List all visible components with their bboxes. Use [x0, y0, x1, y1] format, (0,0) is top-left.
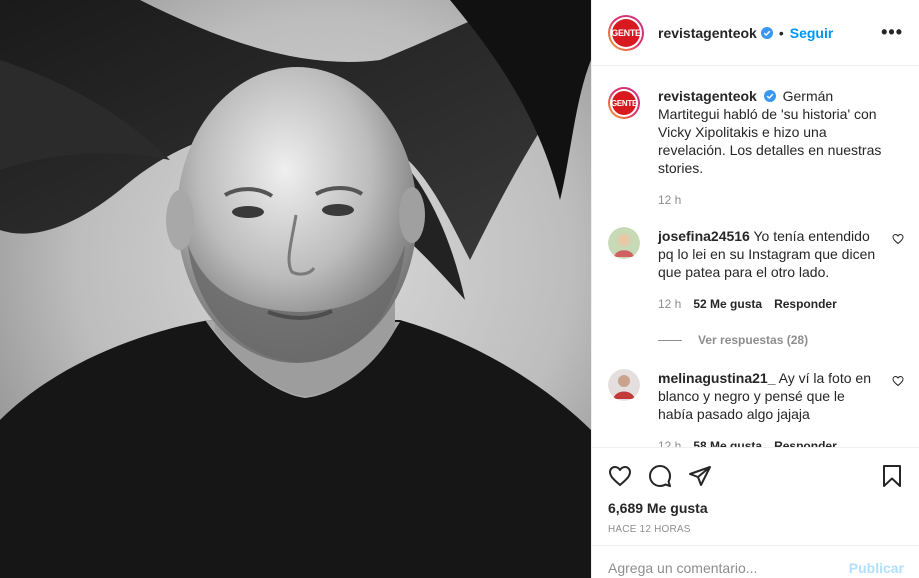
post-sidebar: GENTE revistagenteok • Seguir ••• GENTE: [591, 0, 919, 578]
reply-button[interactable]: Responder: [774, 295, 837, 313]
likes-count[interactable]: 6,689 Me gusta: [608, 500, 904, 516]
comment-username[interactable]: melinagustina21_: [658, 370, 776, 386]
comment-likes[interactable]: 52 Me gusta: [693, 295, 762, 313]
comments-section[interactable]: GENTE revistagenteok Germán Martitegui h…: [592, 67, 919, 447]
add-comment-bar: Publicar: [592, 545, 919, 578]
bookmark-icon[interactable]: [880, 464, 904, 488]
caption-verified-icon: [763, 90, 776, 102]
post-header: GENTE revistagenteok • Seguir •••: [592, 0, 919, 66]
portrait-image: [0, 0, 591, 578]
avatar-frame: GENTE: [610, 16, 642, 49]
separator-dot: •: [778, 24, 784, 41]
comment-username[interactable]: josefina24516: [658, 228, 750, 244]
avatar-logo: GENTE: [611, 18, 641, 47]
caption-username[interactable]: revistagenteok: [658, 88, 757, 104]
caption-meta: 12 h: [658, 191, 898, 209]
comment-meta: 12 h 58 Me gusta Responder: [658, 437, 880, 447]
commenter-avatar[interactable]: [608, 369, 640, 401]
instagram-post: GENTE revistagenteok • Seguir ••• GENTE: [0, 0, 919, 578]
comment-time[interactable]: 12 h: [658, 295, 681, 313]
action-bar: 6,689 Me gusta HACE 12 HORAS: [592, 447, 919, 535]
view-replies-label: Ver respuestas (28): [698, 333, 809, 347]
caption-body: revistagenteok Germán Martitegui habló d…: [658, 87, 898, 209]
caption-time[interactable]: 12 h: [658, 191, 681, 209]
comment-body: josefina24516 Yo tenía entendido pq lo l…: [658, 227, 880, 313]
comment-likes[interactable]: 58 Me gusta: [693, 437, 762, 447]
verified-badge-icon: [760, 26, 773, 39]
paper-plane-icon[interactable]: [688, 464, 712, 488]
publish-button[interactable]: Publicar: [849, 548, 904, 576]
comment-item: josefina24516 Yo tenía entendido pq lo l…: [608, 227, 904, 313]
caption: GENTE revistagenteok Germán Martitegui h…: [608, 87, 904, 209]
comment-body: melinagustina21_ Ay ví la foto en blanco…: [658, 369, 880, 447]
reply-button[interactable]: Responder: [774, 437, 837, 447]
comment-input[interactable]: [608, 548, 849, 576]
comment-like-icon[interactable]: [892, 233, 904, 245]
post-timestamp[interactable]: HACE 12 HORAS: [608, 524, 904, 535]
comment-like-icon[interactable]: [892, 375, 904, 387]
comment-icon[interactable]: [648, 464, 672, 488]
comment-item: melinagustina21_ Ay ví la foto en blanco…: [608, 369, 904, 447]
comment-meta: 12 h 52 Me gusta Responder: [658, 295, 880, 313]
more-options-button[interactable]: •••: [881, 22, 903, 43]
view-replies-button[interactable]: Ver respuestas (28): [658, 333, 904, 347]
follow-button[interactable]: Seguir: [790, 25, 834, 41]
commenter-avatar[interactable]: [608, 227, 640, 259]
action-icons: [608, 456, 904, 496]
caption-avatar[interactable]: GENTE: [608, 87, 640, 119]
account-avatar[interactable]: GENTE: [608, 14, 644, 51]
caption-avatar-logo: GENTE: [611, 91, 637, 115]
post-photo[interactable]: [0, 0, 591, 578]
account-username[interactable]: revistagenteok: [658, 25, 757, 41]
comment-time[interactable]: 12 h: [658, 437, 681, 447]
heart-icon[interactable]: [608, 464, 632, 488]
caption-avatar-frame: GENTE: [610, 89, 638, 117]
replies-line: [658, 339, 682, 341]
